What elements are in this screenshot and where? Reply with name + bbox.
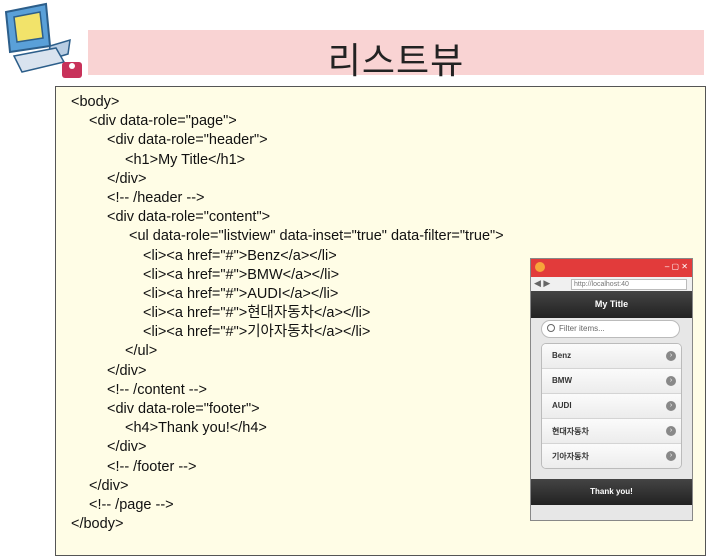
list-item-label: 현대자동차: [552, 427, 589, 436]
list-item: 현대자동차 ›: [542, 419, 681, 444]
address-bar: http://localhost:40: [571, 279, 687, 290]
computer-clipart: [0, 0, 88, 80]
filter-input: Filter items...: [541, 320, 680, 338]
list-item: Benz ›: [542, 344, 681, 369]
code-line: <h1>My Title</h1>: [125, 151, 246, 168]
code-line: </div>: [89, 477, 129, 494]
code-line: </div>: [107, 439, 147, 456]
code-line: <li><a href="#">Benz</a></li>: [143, 247, 337, 264]
code-block: <body> <div data-role="page"> <div data-ro…: [71, 93, 504, 534]
code-line: <li><a href="#">현대자동차</a></li>: [143, 305, 371, 322]
code-line: </body>: [71, 516, 124, 533]
code-line: <li><a href="#">BMW</a></li>: [143, 266, 340, 283]
list-item-label: BMW: [552, 376, 572, 385]
listview: Benz › BMW › AUDI › 현대자동차 › 기아자동차 ›: [541, 343, 682, 469]
browser-toolbar: ◀ ▶ http://localhost:40: [531, 277, 692, 292]
list-item-label: 기아자동차: [552, 452, 589, 461]
code-line: </div>: [107, 170, 147, 187]
code-line: <li><a href="#">기아자동차</a></li>: [143, 324, 371, 341]
slide-title: 리스트뷰: [327, 41, 465, 82]
browser-titlebar: – ▢ ✕: [531, 259, 692, 277]
chevron-right-icon: ›: [666, 376, 676, 386]
slide-title-bar: 리스트뷰: [88, 30, 704, 82]
list-item-label: Benz: [552, 351, 572, 360]
code-line: <!-- /content -->: [107, 381, 207, 398]
search-icon: [547, 324, 555, 332]
code-line: <div data-role="header">: [107, 132, 268, 149]
list-item: BMW ›: [542, 369, 681, 394]
code-line: <li><a href="#">AUDI</a></li>: [143, 285, 339, 302]
code-line: <div data-role="content">: [107, 209, 271, 226]
code-line: </div>: [107, 362, 147, 379]
code-line: <div data-role="footer">: [107, 401, 260, 417]
code-line: <!-- /page -->: [89, 496, 174, 513]
window-controls-icon: – ▢ ✕: [664, 262, 688, 271]
back-forward-icon: ◀ ▶: [534, 278, 551, 288]
chevron-right-icon: ›: [666, 351, 676, 361]
page-header: My Title: [531, 291, 692, 318]
list-item-label: AUDI: [552, 401, 572, 410]
chevron-right-icon: ›: [666, 451, 676, 461]
code-line: <!-- /footer -->: [107, 458, 197, 475]
code-line: <body>: [71, 94, 120, 110]
code-line: <ul data-role="listview" data-inset="tru…: [129, 228, 504, 245]
code-line: </ul>: [125, 343, 158, 360]
list-item: AUDI ›: [542, 394, 681, 419]
chevron-right-icon: ›: [666, 426, 676, 436]
code-line: <div data-role="page">: [89, 113, 237, 130]
code-line: <h4>Thank you!</h4>: [125, 420, 267, 437]
page-footer: Thank you!: [531, 479, 692, 505]
browser-screenshot: – ▢ ✕ ◀ ▶ http://localhost:40 My Title F…: [530, 258, 693, 521]
list-item: 기아자동차 ›: [542, 444, 681, 468]
chevron-right-icon: ›: [666, 401, 676, 411]
code-line: <!-- /header -->: [107, 189, 205, 206]
browser-logo-icon: [535, 262, 545, 272]
filter-placeholder: Filter items...: [559, 324, 605, 333]
